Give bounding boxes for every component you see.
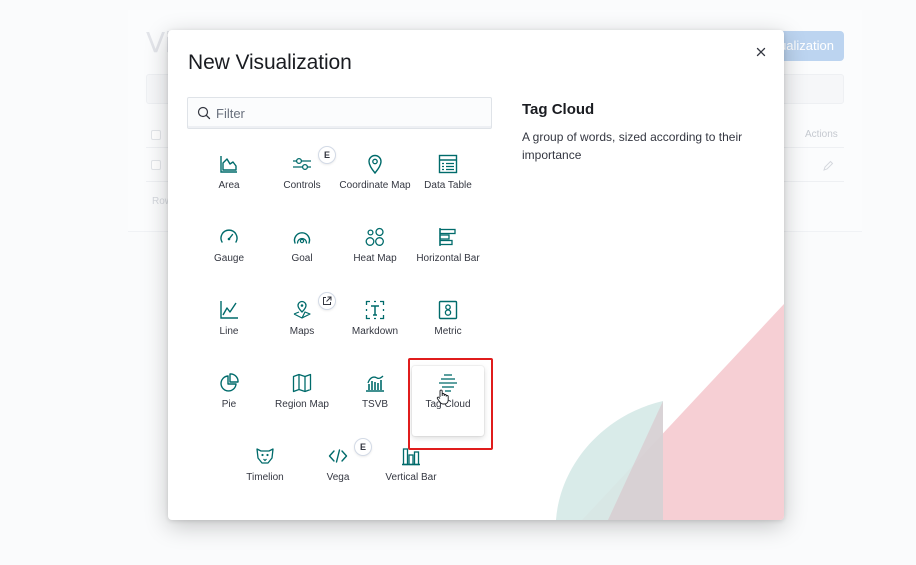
background-checkbox xyxy=(151,160,161,170)
vis-type-controls[interactable]: E Controls xyxy=(266,146,338,217)
line-chart-icon xyxy=(220,301,238,319)
pencil-icon xyxy=(823,160,834,171)
experimental-badge: E xyxy=(318,146,336,164)
vis-type-heat-map[interactable]: Heat Map xyxy=(339,220,411,290)
vis-type-label: Vega xyxy=(326,472,350,483)
vis-type-region-map[interactable]: Region Map xyxy=(266,366,338,436)
vis-type-data-table[interactable]: Data Table xyxy=(412,147,484,217)
vis-type-label: Area xyxy=(218,180,240,191)
vis-type-maps[interactable]: Maps xyxy=(266,292,338,363)
gauge-icon xyxy=(220,229,238,243)
vis-type-label: Coordinate Map xyxy=(339,180,411,191)
vis-type-pie[interactable]: Pie xyxy=(193,366,265,436)
background-checkbox xyxy=(151,130,161,140)
external-link-badge xyxy=(318,292,336,310)
vis-type-vega[interactable]: E Vega xyxy=(302,438,374,509)
new-visualization-modal: New Visualization Area E Controls xyxy=(168,30,784,520)
horizontal-bar-icon xyxy=(439,228,456,246)
decorative-illustration xyxy=(556,304,784,520)
vis-type-label: Metric xyxy=(434,326,462,337)
vis-type-area[interactable]: Area xyxy=(193,147,265,217)
vis-type-line[interactable]: Line xyxy=(193,293,265,363)
vis-type-markdown[interactable]: Markdown xyxy=(339,293,411,363)
vis-type-label: Gauge xyxy=(213,253,245,264)
background-page-title: Vi xyxy=(146,26,170,59)
vis-type-label: Heat Map xyxy=(353,253,397,264)
background-actions-header: Actions xyxy=(805,129,838,140)
vis-type-label: Horizontal Bar xyxy=(416,253,480,264)
selected-type-title: Tag Cloud xyxy=(522,101,595,118)
selected-type-description: A group of words, sized according to the… xyxy=(522,130,743,162)
data-table-icon xyxy=(438,154,458,174)
region-map-icon xyxy=(292,373,312,393)
goal-icon xyxy=(293,232,311,244)
vis-type-vertical-bar[interactable]: Vertical Bar xyxy=(375,439,447,509)
vis-type-label: Line xyxy=(219,326,239,337)
visualization-type-grid: Area E Controls Coordinate Map Data Tabl… xyxy=(168,30,508,520)
area-chart-icon xyxy=(220,156,237,173)
close-icon[interactable] xyxy=(753,44,769,60)
vis-type-label: Tag Cloud xyxy=(425,399,471,410)
tag-cloud-icon xyxy=(439,374,457,392)
vis-type-label: Controls xyxy=(283,180,321,191)
vis-type-label: Maps xyxy=(289,326,315,337)
map-pin-icon xyxy=(368,154,382,174)
tsvb-icon xyxy=(366,375,384,392)
metric-icon xyxy=(438,300,458,320)
vis-type-label: Timelion xyxy=(246,472,284,483)
experimental-badge: E xyxy=(354,438,372,456)
vis-type-horizontal-bar[interactable]: Horizontal Bar xyxy=(412,220,484,290)
vis-type-label: Vertical Bar xyxy=(385,472,437,483)
vis-type-label: Data Table xyxy=(424,180,472,191)
vis-type-label: Pie xyxy=(221,399,237,410)
maps-icon xyxy=(293,300,311,319)
vis-type-timelion[interactable]: Timelion xyxy=(229,439,301,509)
vertical-bar-icon xyxy=(402,448,420,466)
vis-type-label: Goal xyxy=(291,253,313,264)
vis-type-label: Markdown xyxy=(351,326,399,337)
vis-type-goal[interactable]: Goal xyxy=(266,220,338,290)
heat-map-icon xyxy=(365,227,384,246)
vis-type-label: Region Map xyxy=(275,399,329,410)
markdown-icon xyxy=(365,300,385,320)
controls-icon xyxy=(293,157,311,171)
pie-chart-icon xyxy=(220,373,239,392)
vega-code-icon xyxy=(328,449,348,463)
vis-type-label: TSVB xyxy=(361,399,389,410)
vis-type-tag-cloud[interactable]: Tag Cloud xyxy=(412,366,484,436)
external-link-icon xyxy=(323,296,332,305)
vis-type-metric[interactable]: Metric xyxy=(412,293,484,363)
vis-type-gauge[interactable]: Gauge xyxy=(193,220,265,290)
timelion-icon xyxy=(256,448,274,464)
vis-type-coordinate-map[interactable]: Coordinate Map xyxy=(339,147,411,217)
vis-type-tsvb[interactable]: TSVB xyxy=(339,366,411,436)
